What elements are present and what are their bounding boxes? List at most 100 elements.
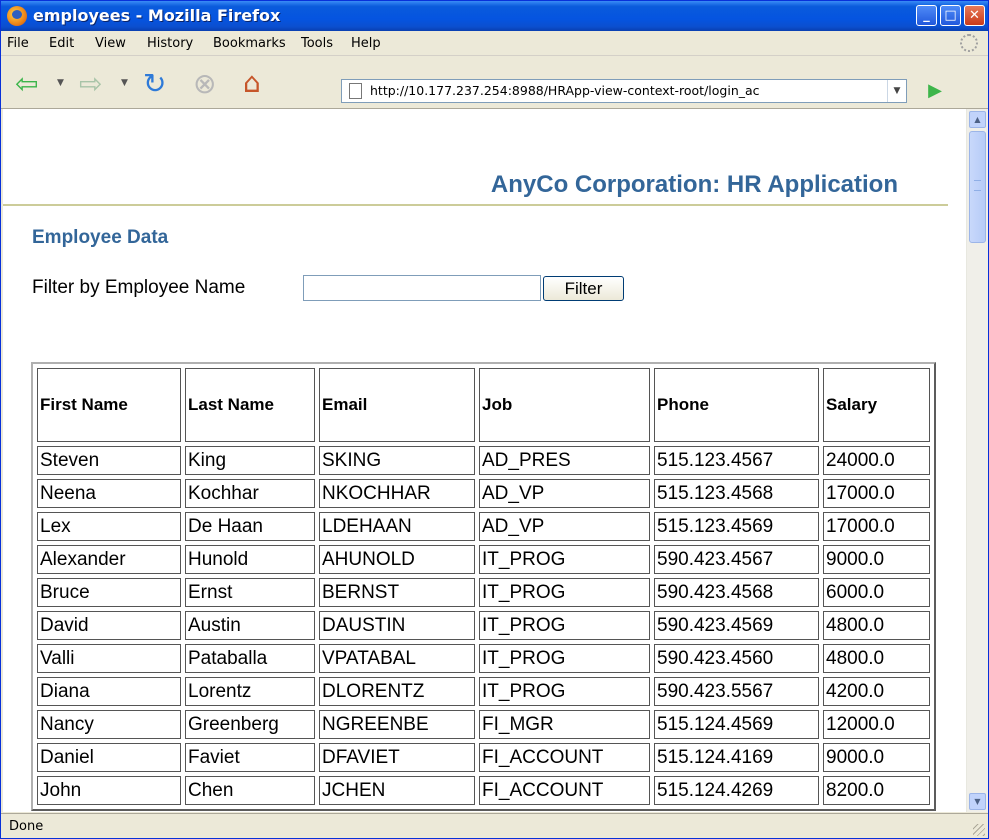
back-history-dropdown-icon[interactable]: ▼ xyxy=(57,78,64,88)
title-bar[interactable]: employees - Mozilla Firefox _ □ ✕ xyxy=(1,1,988,31)
cell-email: AHUNOLD xyxy=(319,545,475,574)
activity-throbber-icon xyxy=(960,34,978,52)
close-button[interactable]: ✕ xyxy=(964,5,985,26)
home-icon[interactable]: ⌂ xyxy=(243,68,261,98)
app-title: AnyCo Corporation: HR Application xyxy=(490,171,898,198)
filter-employee-name-input[interactable] xyxy=(303,275,541,301)
cell-phone: 515.123.4568 xyxy=(654,479,819,508)
cell-salary: 17000.0 xyxy=(823,512,930,541)
cell-first-name: Neena xyxy=(37,479,181,508)
section-title: Employee Data xyxy=(32,227,169,248)
cell-phone: 590.423.4560 xyxy=(654,644,819,673)
cell-email: JCHEN xyxy=(319,776,475,805)
table-row: Daniel Faviet DFAVIET FI_ACCOUNT 515.124.416… xyxy=(37,743,930,772)
menu-history[interactable]: History xyxy=(147,36,193,51)
cell-job: AD_VP xyxy=(479,479,650,508)
forward-icon[interactable]: ⇨ xyxy=(79,69,102,99)
window-title: employees - Mozilla Firefox xyxy=(33,6,281,25)
filter-button[interactable]: Filter xyxy=(543,276,624,301)
menu-file[interactable]: File xyxy=(7,36,29,51)
menu-view[interactable]: View xyxy=(95,36,126,51)
cell-last-name: De Haan xyxy=(185,512,315,541)
cell-first-name: Daniel xyxy=(37,743,181,772)
cell-email: DFAVIET xyxy=(319,743,475,772)
scroll-down-icon[interactable]: ▼ xyxy=(969,793,986,810)
cell-phone: 590.423.4567 xyxy=(654,545,819,574)
cell-salary: 17000.0 xyxy=(823,479,930,508)
cell-last-name: Chen xyxy=(185,776,315,805)
forward-history-dropdown-icon[interactable]: ▼ xyxy=(121,78,128,88)
cell-phone: 515.123.4569 xyxy=(654,512,819,541)
cell-last-name: Lorentz xyxy=(185,677,315,706)
table-row: Neena Kochhar NKOCHHAR AD_VP 515.123.4568 170… xyxy=(37,479,930,508)
page-icon xyxy=(349,83,362,99)
maximize-button[interactable]: □ xyxy=(940,5,961,26)
cell-phone: 515.124.4269 xyxy=(654,776,819,805)
address-bar[interactable]: http://10.177.237.254:8988/HRApp-view-co… xyxy=(341,79,907,103)
cell-email: LDEHAAN xyxy=(319,512,475,541)
cell-job: AD_VP xyxy=(479,512,650,541)
cell-phone: 515.123.4567 xyxy=(654,446,819,475)
cell-salary: 4800.0 xyxy=(823,611,930,640)
scrollbar-thumb[interactable] xyxy=(969,131,986,243)
cell-job: FI_ACCOUNT xyxy=(479,776,650,805)
cell-first-name: Diana xyxy=(37,677,181,706)
menu-bookmarks[interactable]: Bookmarks xyxy=(213,36,286,51)
cell-last-name: Ernst xyxy=(185,578,315,607)
address-dropdown-icon[interactable]: ▼ xyxy=(887,80,906,102)
scroll-up-icon[interactable]: ▲ xyxy=(969,111,986,128)
resize-grip-icon[interactable] xyxy=(973,824,985,836)
table-row: Alexander Hunold AHUNOLD IT_PROG 590.423.456… xyxy=(37,545,930,574)
firefox-icon xyxy=(7,6,27,26)
cell-last-name: Faviet xyxy=(185,743,315,772)
table-row: Diana Lorentz DLORENTZ IT_PROG 590.423.5567 4… xyxy=(37,677,930,706)
table-row: Nancy Greenberg NGREENBE FI_MGR 515.124.4569… xyxy=(37,710,930,739)
go-icon[interactable]: ▶ xyxy=(923,81,947,101)
cell-phone: 515.124.4169 xyxy=(654,743,819,772)
reload-icon[interactable]: ↻ xyxy=(143,69,166,99)
cell-salary: 24000.0 xyxy=(823,446,930,475)
cell-last-name: Austin xyxy=(185,611,315,640)
cell-email: DAUSTIN xyxy=(319,611,475,640)
cell-first-name: Steven xyxy=(37,446,181,475)
cell-salary: 9000.0 xyxy=(823,545,930,574)
table-row: Bruce Ernst BERNST IT_PROG 590.423.4568 6000.… xyxy=(37,578,930,607)
table-row: Valli Pataballa VPATABAL IT_PROG 590.423.456… xyxy=(37,644,930,673)
cell-salary: 4200.0 xyxy=(823,677,930,706)
cell-first-name: Nancy xyxy=(37,710,181,739)
table-row: Lex De Haan LDEHAAN AD_VP 515.123.4569 17000.… xyxy=(37,512,930,541)
back-icon[interactable]: ⇦ xyxy=(15,69,38,99)
page-content: AnyCo Corporation: HR Application Employ… xyxy=(3,109,966,812)
cell-phone: 590.423.5567 xyxy=(654,677,819,706)
cell-first-name: Lex xyxy=(37,512,181,541)
minimize-button[interactable]: _ xyxy=(916,5,937,26)
cell-first-name: Valli xyxy=(37,644,181,673)
cell-job: IT_PROG xyxy=(479,578,650,607)
cell-phone: 590.423.4569 xyxy=(654,611,819,640)
address-url[interactable]: http://10.177.237.254:8988/HRApp-view-co… xyxy=(370,83,760,98)
column-header-salary: Salary xyxy=(823,368,930,442)
cell-last-name: King xyxy=(185,446,315,475)
vertical-scrollbar[interactable]: ▲ ▼ xyxy=(966,109,988,812)
table-header-row: First Name Last Name Email Job Phone Sal… xyxy=(37,368,930,442)
cell-phone: 515.124.4569 xyxy=(654,710,819,739)
stop-icon[interactable]: ⊗ xyxy=(193,69,216,99)
column-header-last-name: Last Name xyxy=(185,368,315,442)
cell-email: NGREENBE xyxy=(319,710,475,739)
menu-bar: File Edit View History Bookmarks Tools H… xyxy=(1,31,988,56)
menu-edit[interactable]: Edit xyxy=(49,36,74,51)
cell-salary: 4800.0 xyxy=(823,644,930,673)
scrollbar-grip-icon xyxy=(974,180,981,191)
cell-last-name: Greenberg xyxy=(185,710,315,739)
cell-email: SKING xyxy=(319,446,475,475)
cell-job: IT_PROG xyxy=(479,644,650,673)
cell-email: VPATABAL xyxy=(319,644,475,673)
menu-help[interactable]: Help xyxy=(351,36,381,51)
filter-label: Filter by Employee Name xyxy=(32,277,246,298)
column-header-first-name: First Name xyxy=(37,368,181,442)
cell-first-name: David xyxy=(37,611,181,640)
menu-tools[interactable]: Tools xyxy=(301,36,333,51)
cell-email: NKOCHHAR xyxy=(319,479,475,508)
employee-table: First Name Last Name Email Job Phone Sal… xyxy=(31,362,936,811)
cell-last-name: Hunold xyxy=(185,545,315,574)
